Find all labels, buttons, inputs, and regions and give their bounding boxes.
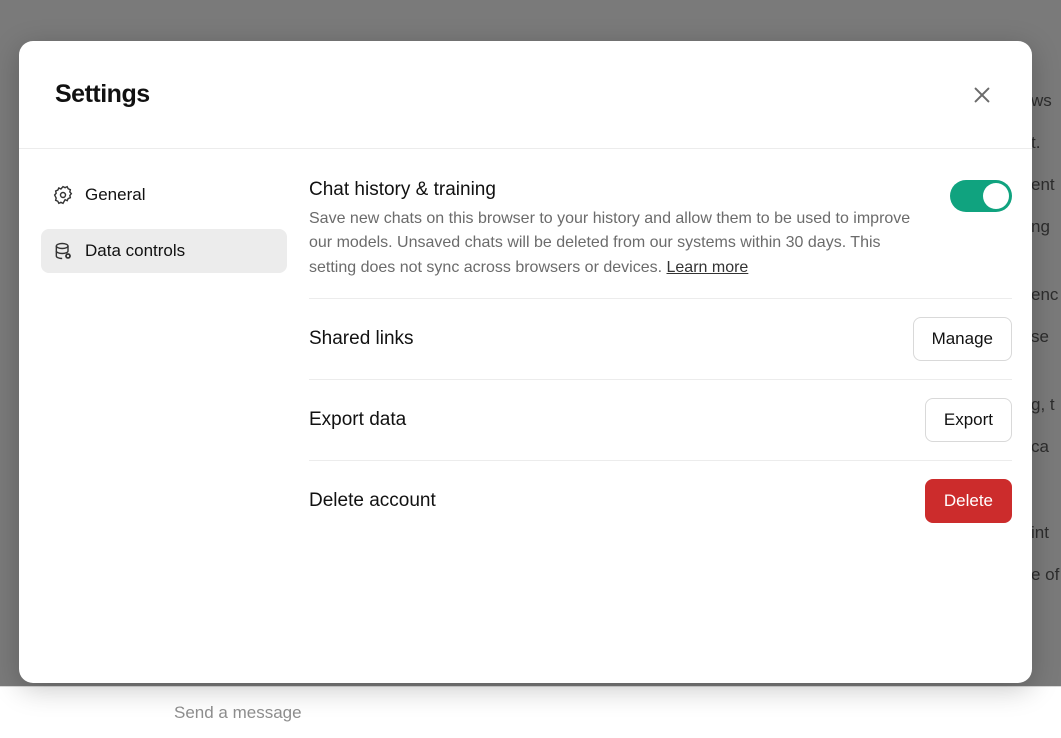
composer-bar: Send a message (0, 686, 1061, 738)
export-data-title: Export data (309, 409, 903, 431)
sidebar-item-label: General (85, 185, 145, 205)
chat-history-section: Chat history & training Save new chats o… (309, 173, 1012, 299)
bg-text-fragments: ws t. ent ng enc se g, t ca int e of (1031, 80, 1061, 596)
delete-account-button[interactable]: Delete (925, 479, 1012, 523)
chat-history-toggle[interactable] (950, 180, 1012, 212)
shared-links-section: Shared links Manage (309, 299, 1012, 380)
settings-modal: Settings General (19, 41, 1032, 683)
message-input[interactable]: Send a message (158, 693, 318, 733)
data-controls-icon (53, 241, 73, 261)
sidebar-item-general[interactable]: General (41, 173, 287, 217)
settings-content: Chat history & training Save new chats o… (309, 149, 1032, 683)
close-icon (971, 84, 993, 106)
chat-history-title: Chat history & training (309, 179, 928, 201)
delete-account-title: Delete account (309, 490, 903, 512)
modal-header: Settings (19, 41, 1032, 149)
chat-history-description: Save new chats on this browser to your h… (309, 207, 928, 280)
export-data-button[interactable]: Export (925, 398, 1012, 442)
modal-title: Settings (55, 80, 150, 109)
gear-icon (53, 185, 73, 205)
delete-account-section: Delete account Delete (309, 461, 1012, 541)
learn-more-link[interactable]: Learn more (667, 259, 749, 276)
close-button[interactable] (968, 81, 996, 109)
export-data-section: Export data Export (309, 380, 1012, 461)
sidebar-item-label: Data controls (85, 241, 185, 261)
settings-sidebar: General Data controls (19, 149, 309, 683)
modal-body: General Data controls Chat hi (19, 149, 1032, 683)
shared-links-title: Shared links (309, 328, 891, 350)
sidebar-item-data-controls[interactable]: Data controls (41, 229, 287, 273)
manage-shared-links-button[interactable]: Manage (913, 317, 1012, 361)
toggle-knob (983, 183, 1009, 209)
